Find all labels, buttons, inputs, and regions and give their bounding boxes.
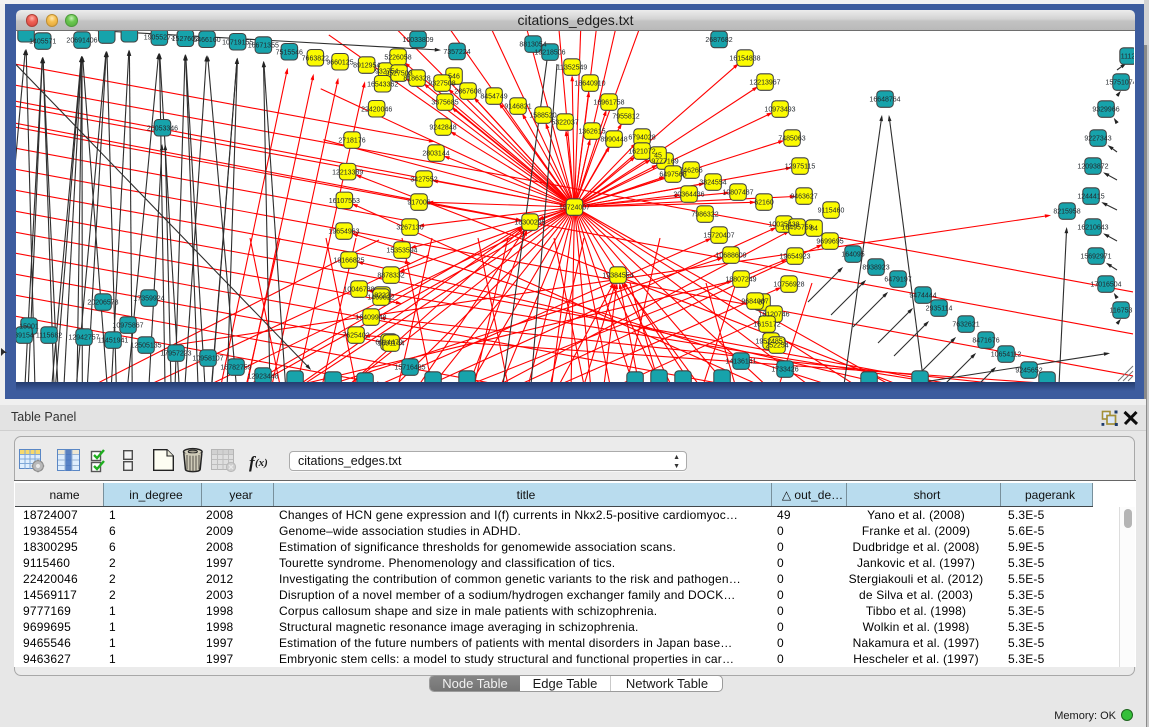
svg-text:8471676: 8471676 <box>972 338 999 345</box>
svg-text:7955812: 7955812 <box>612 114 639 121</box>
svg-text:1469822: 1469822 <box>367 295 394 302</box>
svg-text:116753: 116753 <box>1110 308 1133 315</box>
svg-text:9227343: 9227343 <box>1084 136 1111 143</box>
svg-text:9463627: 9463627 <box>790 194 817 201</box>
svg-text:19654963: 19654963 <box>328 229 359 236</box>
svg-text:45: 45 <box>654 153 662 160</box>
svg-text:18807249: 18807249 <box>725 277 756 284</box>
svg-text:1362615: 1362615 <box>578 129 605 136</box>
svg-text:12975115: 12975115 <box>785 164 816 171</box>
svg-text:15720407: 15720407 <box>703 233 734 240</box>
svg-text:7485063: 7485063 <box>778 136 805 143</box>
svg-text:12213967: 12213967 <box>749 80 780 87</box>
svg-text:12213389: 12213389 <box>332 169 363 176</box>
svg-text:7986322: 7986322 <box>691 212 718 219</box>
svg-text:9777169: 9777169 <box>651 159 678 166</box>
svg-text:7625402: 7625402 <box>342 333 369 340</box>
svg-text:9684067: 9684067 <box>741 299 768 306</box>
svg-text:5226058: 5226058 <box>384 55 411 62</box>
svg-text:8186328: 8186328 <box>403 76 430 83</box>
svg-text:1733426: 1733426 <box>771 367 798 374</box>
svg-text:15353594: 15353594 <box>386 248 417 255</box>
svg-text:17016504: 17016504 <box>1090 282 1121 289</box>
svg-text:10688609: 10688609 <box>715 253 746 260</box>
svg-text:1621072: 1621072 <box>628 149 655 156</box>
svg-text:8938923: 8938923 <box>862 265 889 272</box>
svg-text:10756928: 10756928 <box>773 282 804 289</box>
svg-text:164095: 164095 <box>841 252 864 259</box>
svg-text:917006: 917006 <box>407 200 430 207</box>
svg-text:2935114: 2935114 <box>926 306 953 313</box>
svg-text:9245652: 9245652 <box>1015 368 1042 375</box>
svg-text:8454749: 8454749 <box>480 94 507 101</box>
svg-text:14136141: 14136141 <box>725 359 756 366</box>
svg-text:15692971: 15692971 <box>1080 254 1111 261</box>
svg-text:9474444: 9474444 <box>909 293 936 300</box>
svg-text:9146821: 9146821 <box>504 104 531 111</box>
svg-text:16107553: 16107553 <box>329 198 360 205</box>
svg-text:16543362: 16543362 <box>367 81 398 88</box>
svg-text:9329966: 9329966 <box>1092 107 1119 114</box>
svg-text:16033809: 16033809 <box>402 37 433 44</box>
svg-text:16409948: 16409948 <box>355 315 386 322</box>
svg-text:9660125: 9660125 <box>326 59 353 66</box>
svg-text:1588520: 1588520 <box>529 113 556 120</box>
svg-text:22420046: 22420046 <box>361 106 392 113</box>
svg-text:16961758: 16961758 <box>593 100 624 107</box>
svg-text:2718176: 2718176 <box>338 138 365 145</box>
svg-text:1244415: 1244415 <box>1077 194 1104 201</box>
svg-text:1691144: 1691144 <box>378 341 405 348</box>
svg-text:18495759: 18495759 <box>781 225 812 232</box>
svg-text:8215958: 8215958 <box>1053 209 1080 216</box>
svg-text:6794028: 6794028 <box>628 135 655 142</box>
svg-text:10973493: 10973493 <box>764 107 795 114</box>
svg-text:2803144: 2803144 <box>422 151 449 158</box>
svg-text:546: 546 <box>448 74 460 81</box>
svg-text:62160: 62160 <box>754 200 774 207</box>
svg-text:746266: 746266 <box>679 168 702 175</box>
svg-text:9327508: 9327508 <box>428 81 455 88</box>
svg-text:16648764: 16648764 <box>869 97 900 104</box>
svg-text:15716485: 15716485 <box>394 365 425 372</box>
svg-text:5322037: 5322037 <box>551 120 578 127</box>
svg-text:2867608: 2867608 <box>454 89 481 96</box>
svg-text:6479197: 6479197 <box>884 277 911 284</box>
svg-text:19166825: 19166825 <box>333 258 364 265</box>
svg-text:3427552: 3427552 <box>410 177 437 184</box>
svg-text:11352549: 11352549 <box>557 65 588 72</box>
svg-text:12093872: 12093872 <box>1077 164 1108 171</box>
svg-text:19218506: 19218506 <box>534 50 565 57</box>
svg-text:10046788: 10046788 <box>343 287 374 294</box>
svg-text:16210643: 16210643 <box>1077 225 1108 232</box>
svg-text:7632621: 7632621 <box>952 322 979 329</box>
svg-text:84: 84 <box>810 226 818 233</box>
svg-text:2687682: 2687682 <box>705 37 732 44</box>
svg-text:10654112: 10654112 <box>991 352 1022 359</box>
svg-text:8813054: 8813054 <box>519 42 546 49</box>
svg-text:18640910: 18640910 <box>574 81 605 88</box>
svg-text:7663822: 7663822 <box>302 55 329 62</box>
svg-text:8878332: 8878332 <box>377 273 404 280</box>
svg-text:18724007: 18724007 <box>559 205 590 212</box>
svg-text:1112: 1112 <box>1121 54 1134 61</box>
svg-text:(x): (x) <box>255 457 268 469</box>
svg-text:3375685: 3375685 <box>431 100 458 107</box>
svg-text:10807487: 10807487 <box>722 190 753 197</box>
svg-text:7357224: 7357224 <box>443 49 470 56</box>
svg-text:18300295: 18300295 <box>514 220 545 227</box>
svg-text:3267130: 3267130 <box>396 225 423 232</box>
svg-text:16154838: 16154838 <box>729 56 760 63</box>
svg-text:15751074: 15751074 <box>1105 80 1134 87</box>
svg-text:9242848: 9242848 <box>429 125 456 132</box>
svg-text:19654923: 19654923 <box>779 254 810 261</box>
svg-text:3824554: 3824554 <box>699 180 726 187</box>
svg-text:8990448: 8990448 <box>600 137 627 144</box>
svg-text:1615172: 1615172 <box>753 322 780 329</box>
svg-text:252254: 252254 <box>765 343 788 350</box>
svg-text:9699695: 9699695 <box>816 239 843 246</box>
svg-text:16120746: 16120746 <box>758 312 789 319</box>
svg-text:9115460: 9115460 <box>818 208 845 215</box>
svg-text:19384554: 19384554 <box>602 273 633 280</box>
svg-text:20364436: 20364436 <box>673 192 704 199</box>
